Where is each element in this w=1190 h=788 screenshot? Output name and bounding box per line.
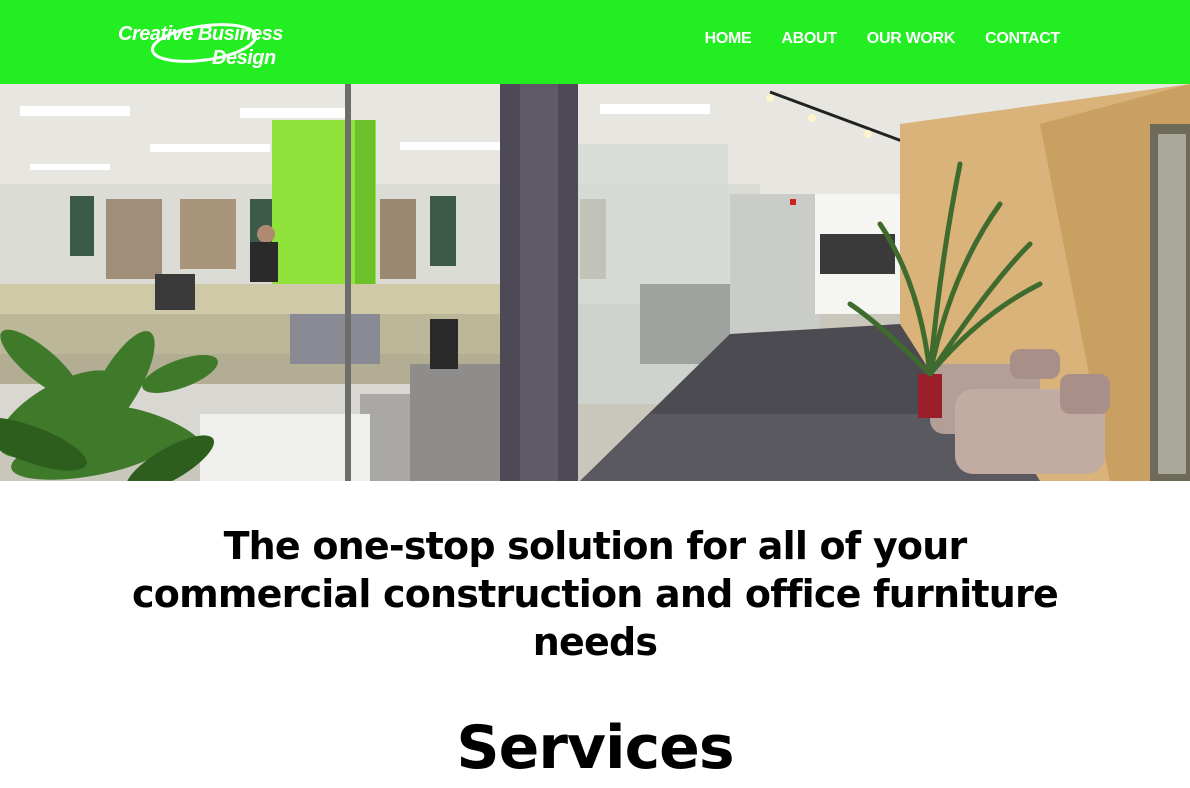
main-nav: HOME ABOUT OUR WORK CONTACT: [705, 30, 1061, 48]
nav-about-link[interactable]: ABOUT: [781, 30, 837, 48]
nav-our-work-link[interactable]: OUR WORK: [867, 30, 956, 48]
nav-contact-link[interactable]: CONTACT: [985, 30, 1060, 48]
site-header: Creative Business Design HOME ABOUT OUR …: [0, 0, 1190, 84]
logo-text-line2: Design: [212, 47, 276, 69]
page-tagline: The one-stop solution for all of your co…: [132, 524, 1059, 664]
hero-image: [0, 84, 1190, 481]
nav-home-link[interactable]: HOME: [705, 30, 752, 48]
services-heading: Services: [456, 713, 734, 783]
office-interior-photo: [0, 84, 1190, 481]
site-logo[interactable]: Creative Business Design: [116, 10, 296, 70]
logo-text-line1: Creative Business: [118, 23, 283, 45]
